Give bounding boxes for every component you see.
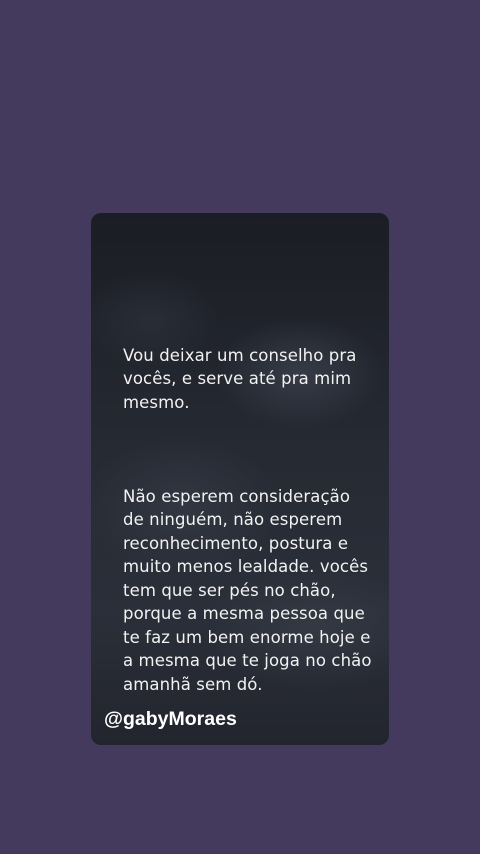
quote-card: Vou deixar um conselho pra vocês, e serv… <box>91 213 389 745</box>
quote-paragraph-1: Vou deixar um conselho pra vocês, e serv… <box>123 345 357 412</box>
quote-paragraph-2: Não esperem consideração de ninguém, não… <box>123 486 372 694</box>
quote-text: Vou deixar um conselho pra vocês, e serv… <box>123 320 373 720</box>
author-handle[interactable]: @gabyMoraes <box>104 706 237 732</box>
